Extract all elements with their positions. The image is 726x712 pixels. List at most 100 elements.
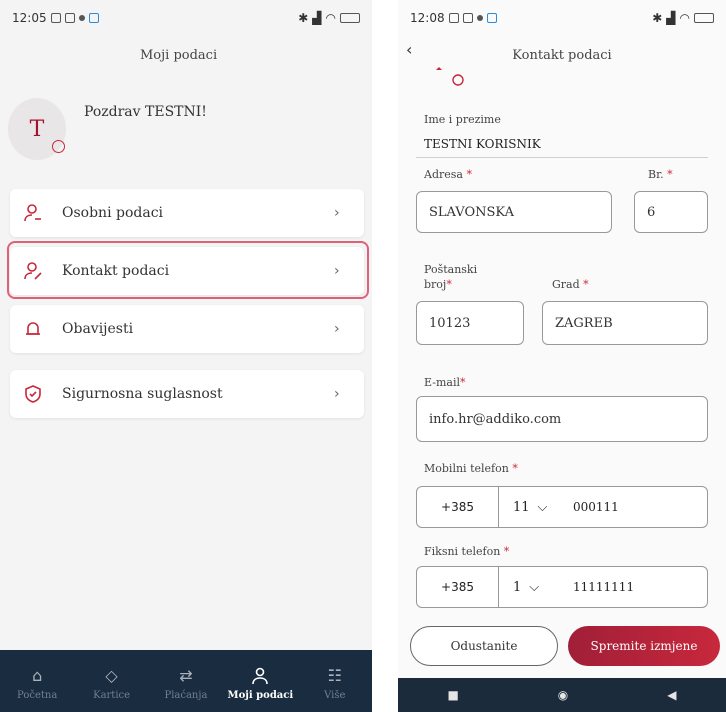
moji-podaci-screen: 12:05 ✱ ▟ ◠ Moji podaci T Pozdrav TESTNI… <box>0 0 372 712</box>
menu-item-label: Obavijesti <box>62 321 134 337</box>
mobile-label: Mobilni telefon * <box>424 462 518 475</box>
home-button-icon[interactable]: ◉ <box>558 688 568 702</box>
city-label: Grad * <box>552 278 589 291</box>
nav-label: Plaćanja <box>164 689 208 701</box>
menu-item-osobni-podaci[interactable]: Osobni podaci › <box>10 189 364 237</box>
menu-item-obavijesti[interactable]: Obavijesti › <box>10 305 364 353</box>
area-code-value: 1 <box>513 579 522 595</box>
required-mark: * <box>512 462 518 475</box>
chevron-right-icon: › <box>334 386 340 402</box>
status-bar: 12:08 ✱ ▟ ◠ <box>410 8 714 28</box>
bottom-navigation: ⌂ Početna ◇ Kartice ⇄ Plaćanja Moji poda… <box>0 650 372 712</box>
name-value: TESTNI KORISNIK <box>424 137 541 151</box>
person-icon <box>22 202 44 224</box>
camera-badge-icon[interactable] <box>52 140 65 153</box>
postal-label: broj* <box>424 278 452 291</box>
mobile-phone-field[interactable]: +385 11 ⌵ 000111 <box>416 486 708 528</box>
nav-item-vise[interactable]: ☷ Više <box>300 666 370 701</box>
notification-icon <box>448 13 459 23</box>
city-label-text: Grad <box>552 278 580 291</box>
notification-icon <box>78 15 85 21</box>
area-code-value: 11 <box>513 499 530 515</box>
save-button[interactable]: Spremite izmjene <box>568 626 720 666</box>
nav-label: Početna <box>17 689 58 701</box>
postal-code-field[interactable]: 10123 <box>416 301 524 345</box>
required-mark: * <box>459 376 466 389</box>
system-navigation-bar: ■ ◉ ◀ <box>398 678 726 712</box>
fixed-number-input[interactable]: 11111111 <box>559 580 634 594</box>
chevron-down-icon: ⌵ <box>529 579 540 595</box>
notification-icon <box>476 15 483 21</box>
cancel-button[interactable]: Odustanite <box>410 626 558 666</box>
menu-item-label: Sigurnosna suglasnost <box>62 386 223 402</box>
battery-icon <box>340 13 360 23</box>
nav-label: Moji podaci <box>227 689 294 701</box>
city-field[interactable]: ZAGREB <box>542 301 708 345</box>
status-time: 12:05 <box>12 11 47 25</box>
postal-label-line1: Poštanski <box>424 263 478 276</box>
email-label-text: E-mail <box>424 376 460 389</box>
fixed-phone-field[interactable]: +385 1 ⌵ 11111111 <box>416 566 708 608</box>
notification-icon <box>50 13 61 23</box>
mobile-number-input[interactable]: 000111 <box>559 500 619 514</box>
number-label-text: Br. <box>648 168 664 181</box>
menu-item-label: Osobni podaci <box>62 205 164 221</box>
chevron-down-icon: ⌵ <box>537 499 548 515</box>
user-icon <box>250 666 270 686</box>
chevron-right-icon: › <box>334 205 340 221</box>
nav-label: Kartice <box>93 689 131 701</box>
avatar-letter: T <box>29 116 45 142</box>
nav-item-placanja[interactable]: ⇄ Plaćanja <box>151 666 221 701</box>
country-code-select[interactable]: +385 <box>417 567 499 607</box>
divider <box>416 157 708 158</box>
kontakt-podaci-screen: 12:08 ✱ ▟ ◠ ‹ Kontakt podaci Ime i prezi… <box>398 0 726 712</box>
required-mark: * <box>583 278 589 291</box>
name-label: Ime i prezime <box>424 113 501 126</box>
country-code-select[interactable]: +385 <box>417 487 499 527</box>
recent-apps-icon[interactable]: ■ <box>447 688 458 702</box>
house-number-field[interactable]: 6 <box>634 191 708 233</box>
signal-icon: ▟ <box>312 11 322 25</box>
notification-icon <box>64 13 75 23</box>
fixed-phone-label: Fiksni telefon * <box>424 545 509 558</box>
area-code-select[interactable]: 1 ⌵ <box>499 580 559 595</box>
address-label: Adresa * <box>424 168 472 181</box>
highlight-box <box>7 241 369 299</box>
page-title: Kontakt podaci <box>512 48 612 63</box>
area-code-select[interactable]: 11 ⌵ <box>499 500 559 515</box>
fixed-label-text: Fiksni telefon <box>424 545 501 558</box>
menu-item-sigurnosna-suglasnost[interactable]: Sigurnosna suglasnost › <box>10 370 364 418</box>
mobile-label-text: Mobilni telefon <box>424 462 509 475</box>
postal-label-text: broj <box>424 278 447 291</box>
nav-label: Više <box>324 689 346 701</box>
bell-icon <box>22 318 44 340</box>
bluetooth-icon: ✱ <box>652 11 663 25</box>
required-mark: * <box>503 545 510 558</box>
status-time: 12:08 <box>410 11 445 25</box>
address-label-text: Adresa <box>424 168 463 181</box>
required-mark: * <box>446 278 452 291</box>
email-field[interactable]: info.hr@addiko.com <box>416 396 708 442</box>
camera-badge-icon[interactable] <box>428 66 468 90</box>
notification-icon <box>462 13 473 23</box>
home-icon: ⌂ <box>32 666 43 685</box>
greeting-text: Pozdrav TESTNI! <box>84 104 207 120</box>
wifi-icon: ◠ <box>679 11 690 25</box>
notification-icon <box>486 13 497 23</box>
nav-item-moji-podaci[interactable]: Moji podaci <box>225 666 295 701</box>
required-mark: * <box>466 168 472 181</box>
signal-icon: ▟ <box>666 11 676 25</box>
nav-item-pocetna[interactable]: ⌂ Početna <box>2 666 72 701</box>
nav-item-kartice[interactable]: ◇ Kartice <box>77 666 147 701</box>
required-mark: * <box>667 168 673 181</box>
battery-icon <box>694 13 714 23</box>
transfer-icon: ⇄ <box>179 666 193 685</box>
shield-icon <box>22 383 44 405</box>
email-label: E-mail* <box>424 376 465 389</box>
chevron-right-icon: › <box>334 321 340 337</box>
wifi-icon: ◠ <box>325 11 336 25</box>
back-button-icon[interactable]: ◀ <box>667 688 676 702</box>
notification-icon <box>88 13 99 23</box>
number-label: Br. * <box>648 168 673 181</box>
address-field[interactable]: SLAVONSKA <box>416 191 612 233</box>
